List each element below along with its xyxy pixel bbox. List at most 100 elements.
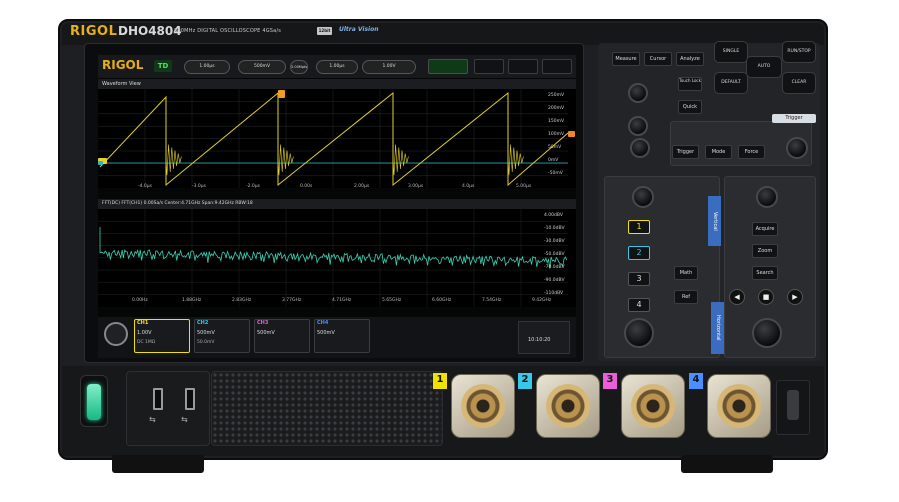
quick-key[interactable]: Quick — [678, 100, 702, 114]
nav-key-clear[interactable]: CLEAR — [782, 72, 816, 94]
display-screen[interactable]: RIGOL TD 1.00μs 500mV 5.00Mpts 1.00μs 1.… — [98, 55, 576, 358]
channel-tag-2: 2 — [518, 373, 532, 389]
status-chip-2[interactable]: 500mV — [238, 60, 286, 74]
usb-port-2[interactable] — [185, 388, 195, 410]
horizontal-position-knob[interactable] — [756, 186, 778, 208]
timebase-mode[interactable]: TD — [154, 60, 172, 72]
touch-lock-key[interactable]: Touch Lock — [678, 77, 702, 91]
status-chip-3[interactable]: 5.00Mpts — [290, 60, 308, 74]
vertical-section — [604, 176, 720, 358]
trigger-key-trigger[interactable]: Trigger — [672, 145, 699, 159]
horizontal-key-zoom[interactable]: Zoom — [752, 244, 778, 258]
channel-key-2[interactable]: 2 — [628, 246, 650, 260]
fft-y-label: -30.0dBV — [544, 239, 565, 244]
ch2-marker[interactable] — [98, 161, 103, 165]
trigger-position-marker[interactable] — [278, 90, 285, 98]
wave-time-label: 0.00s — [300, 184, 313, 189]
fft-x-label: 3.77GHz — [282, 298, 302, 303]
fft-x-label: 0.00Hz — [132, 298, 148, 303]
fft-y-label: -90.0dBV — [544, 278, 565, 283]
bnc-ring — [461, 384, 505, 428]
channel-key-3[interactable]: 3 — [628, 272, 650, 286]
model-name: DHO4804 — [118, 24, 182, 38]
vent-grille — [211, 371, 443, 446]
brand-logo: RIGOL — [70, 24, 118, 39]
channel-tag-1: 1 — [433, 373, 447, 389]
channel-scale: 500mV — [197, 330, 215, 336]
trigger-level-knob[interactable] — [786, 137, 808, 159]
wave-time-label: -3.0μs — [192, 184, 206, 189]
nav-key-single[interactable]: SINGLE — [714, 41, 748, 63]
channel-scale: 500mV — [317, 330, 335, 336]
wave-y-label: 150mV — [548, 119, 565, 124]
status-key-2[interactable] — [508, 59, 538, 74]
bnc-input-4[interactable] — [707, 374, 771, 438]
channel-coupling: 50.0mV — [197, 340, 215, 345]
panel-key-cursor[interactable]: Cursor — [644, 52, 672, 66]
right-arrow-icon[interactable]: ▶ — [787, 289, 803, 305]
left-arrow-icon[interactable]: ◀ — [729, 289, 745, 305]
trigger-key-force[interactable]: Force — [738, 145, 765, 159]
status-key-1[interactable] — [474, 59, 504, 74]
channel-name: CH2 — [197, 320, 209, 326]
status-key-3[interactable] — [542, 59, 572, 74]
status-chip-5[interactable]: 1.00V — [362, 60, 416, 74]
multipurpose-knob[interactable] — [628, 83, 648, 103]
vertical-scale-knob[interactable] — [624, 318, 654, 348]
channel-scale: 500mV — [257, 330, 275, 336]
fft-x-label: 1.88GHz — [182, 298, 202, 303]
math-key[interactable]: Math — [674, 266, 698, 280]
fft-x-label: 7.54GHz — [482, 298, 502, 303]
channel-coupling: DC 1MΩ — [137, 340, 156, 345]
wave-y-label: 50mV — [548, 145, 562, 150]
probe-comp-terminal[interactable] — [787, 390, 799, 420]
power-button[interactable] — [87, 384, 101, 420]
trigger-level-marker[interactable] — [568, 131, 575, 137]
run-indicator[interactable] — [428, 59, 468, 74]
horizontal-scale-knob[interactable] — [752, 318, 782, 348]
intensity-knob[interactable] — [630, 138, 650, 158]
horizontal-key-acquire[interactable]: Acquire — [752, 222, 778, 236]
vertical-position-knob[interactable] — [632, 186, 654, 208]
wave-y-label: 200mV — [548, 106, 565, 111]
nav-key-default[interactable]: DEFAULT — [714, 72, 748, 94]
panel-key-measure[interactable]: Measure — [612, 52, 640, 66]
fft-y-label: 4.00dBV — [544, 213, 563, 218]
fft-y-label: -110dBV — [544, 291, 564, 296]
status-chip-4[interactable]: 1.00μs — [316, 60, 358, 74]
stage: RIGOL DHO4804 800MHz DIGITAL OSCILLOSCOP… — [0, 0, 899, 502]
usb-symbol-2: ⇆ — [181, 415, 188, 424]
fft-info: FFT(DC) FFT(CH1) 0.00Sa/s Center:4.71GHz… — [102, 201, 253, 206]
stop-icon[interactable]: ■ — [758, 289, 774, 305]
nav-key-auto[interactable]: AUTO — [746, 56, 782, 78]
bnc-input-1[interactable] — [451, 374, 515, 438]
nav-key-run-stop[interactable]: RUN/STOP — [782, 41, 816, 63]
wave-time-label: -4.0μs — [138, 184, 152, 189]
ref-key[interactable]: Ref — [674, 290, 698, 304]
clock-time: 10:10:20 — [528, 337, 551, 343]
horizontal-key-search[interactable]: Search — [752, 266, 778, 280]
home-icon[interactable] — [104, 322, 128, 346]
fft-plot — [98, 209, 568, 307]
fft-x-label: 6.60GHz — [432, 298, 452, 303]
waveform-title: Waveform View — [102, 81, 141, 87]
trigger-title: Trigger — [772, 114, 816, 123]
trigger-key-mode[interactable]: Mode — [705, 145, 732, 159]
wave-time-label: 5.00μs — [516, 184, 532, 189]
bnc-input-3[interactable] — [621, 374, 685, 438]
channel-key-1[interactable]: 1 — [628, 220, 650, 234]
usb-port-1[interactable] — [153, 388, 163, 410]
fft-x-label: 5.65GHz — [382, 298, 402, 303]
wave-time-label: 3.00μs — [408, 184, 424, 189]
status-chip-1[interactable]: 1.00μs — [184, 60, 230, 74]
bnc-ring — [546, 384, 590, 428]
panel-key-analyze[interactable]: Analyze — [676, 52, 704, 66]
bnc-input-2[interactable] — [536, 374, 600, 438]
fft-y-label: -10.0dBV — [544, 226, 565, 231]
channel-key-4[interactable]: 4 — [628, 298, 650, 312]
usb-bay — [126, 371, 210, 446]
navigate-knob[interactable] — [628, 116, 648, 136]
left-foot — [112, 455, 204, 473]
channel-name: CH1 — [137, 320, 149, 326]
vertical-label: Vertical — [708, 196, 721, 246]
